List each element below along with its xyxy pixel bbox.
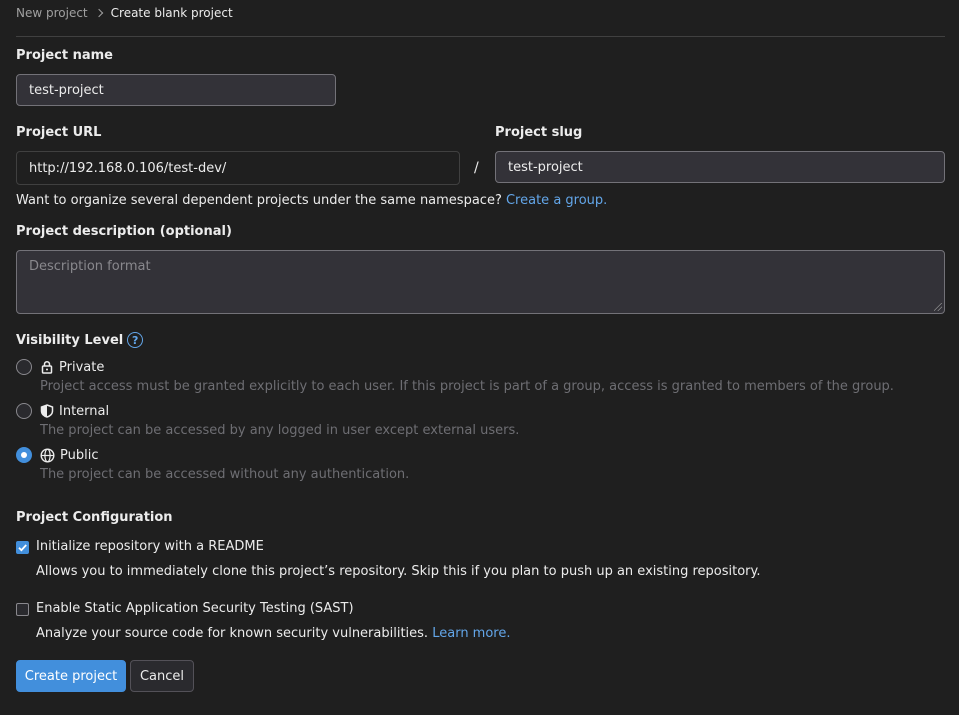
readme-checkbox[interactable] bbox=[16, 541, 29, 554]
description-placeholder: Description format bbox=[29, 259, 151, 274]
breadcrumb: New project Create blank project bbox=[16, 6, 233, 20]
option-internal-description: The project can be accessed by any logge… bbox=[40, 423, 520, 438]
visibility-label: Visibility Level ? bbox=[16, 332, 144, 348]
learn-more-link[interactable]: Learn more. bbox=[432, 626, 510, 641]
chevron-right-icon bbox=[94, 8, 103, 18]
project-url-label: Project URL bbox=[16, 125, 102, 140]
radio-internal[interactable] bbox=[16, 403, 32, 419]
url-slug-separator: / bbox=[474, 160, 479, 176]
shield-icon bbox=[40, 404, 54, 418]
namespace-hint-text: Want to organize several dependent proje… bbox=[16, 193, 502, 208]
project-url-value: http://192.168.0.106/test-dev/ bbox=[29, 160, 227, 176]
project-name-input[interactable]: test-project bbox=[16, 74, 336, 106]
project-name-label: Project name bbox=[16, 48, 113, 63]
readme-label[interactable]: Initialize repository with a README bbox=[36, 539, 264, 554]
readme-description: Allows you to immediately clone this pro… bbox=[36, 564, 761, 579]
sast-description: Analyze your source code for known secur… bbox=[36, 626, 429, 641]
cancel-button[interactable]: Cancel bbox=[130, 660, 194, 692]
namespace-hint: Want to organize several dependent proje… bbox=[16, 193, 607, 208]
description-label: Project description (optional) bbox=[16, 224, 232, 239]
description-textarea[interactable]: Description format bbox=[16, 250, 945, 314]
project-slug-label: Project slug bbox=[495, 125, 583, 140]
project-slug-value: test-project bbox=[508, 159, 583, 175]
breadcrumb-new-project[interactable]: New project bbox=[16, 6, 88, 20]
option-private[interactable]: Private bbox=[40, 359, 104, 375]
visibility-label-text: Visibility Level bbox=[16, 332, 124, 348]
breadcrumb-current: Create blank project bbox=[110, 6, 233, 20]
option-internal[interactable]: Internal bbox=[40, 403, 109, 419]
resize-handle-icon[interactable] bbox=[934, 303, 942, 311]
option-private-description: Project access must be granted explicitl… bbox=[40, 379, 894, 394]
sast-label[interactable]: Enable Static Application Security Testi… bbox=[36, 601, 354, 616]
create-group-link[interactable]: Create a group. bbox=[506, 193, 607, 208]
globe-icon bbox=[40, 447, 55, 463]
create-project-button[interactable]: Create project bbox=[16, 660, 126, 692]
radio-public[interactable] bbox=[16, 447, 32, 463]
sast-checkbox[interactable] bbox=[16, 603, 29, 616]
configuration-label: Project Configuration bbox=[16, 510, 173, 525]
lock-icon bbox=[41, 360, 53, 374]
radio-private[interactable] bbox=[16, 359, 32, 375]
project-slug-input[interactable]: test-project bbox=[495, 151, 945, 183]
option-public-label: Public bbox=[60, 447, 99, 463]
question-circle-icon[interactable]: ? bbox=[127, 332, 144, 348]
option-private-label: Private bbox=[59, 359, 105, 375]
divider bbox=[16, 36, 945, 37]
sast-description-row: Analyze your source code for known secur… bbox=[36, 626, 511, 641]
check-icon bbox=[18, 544, 27, 552]
option-public[interactable]: Public bbox=[40, 447, 98, 463]
option-public-description: The project can be accessed without any … bbox=[40, 467, 410, 482]
project-url-field[interactable]: http://192.168.0.106/test-dev/ bbox=[16, 151, 460, 185]
project-name-value: test-project bbox=[29, 82, 104, 98]
option-internal-label: Internal bbox=[59, 403, 110, 419]
